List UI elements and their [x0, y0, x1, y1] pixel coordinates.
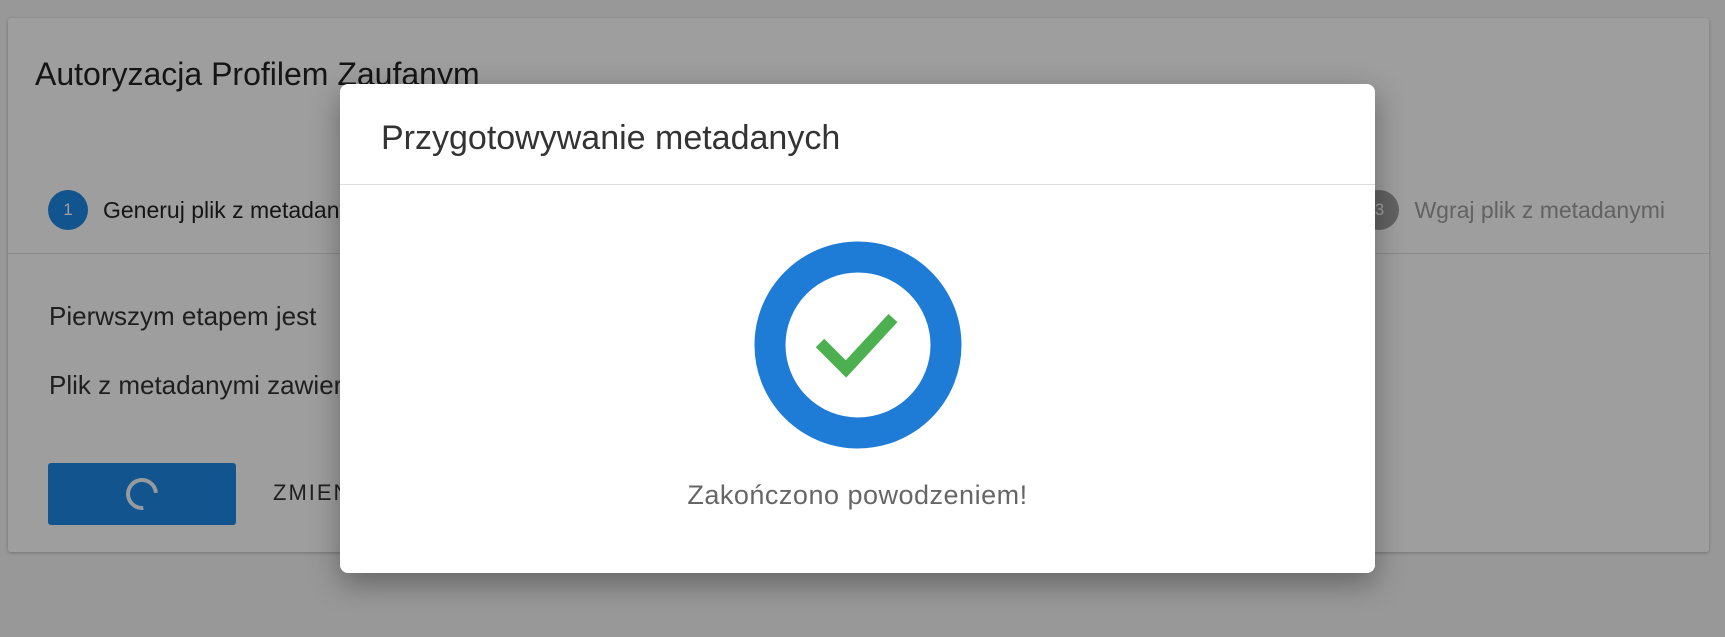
page: Autoryzacja Profilem Zaufanym 1 Generuj … — [0, 0, 1725, 637]
check-circle-icon — [754, 241, 962, 449]
status-message: Zakończono powodzeniem! — [687, 480, 1028, 510]
metadata-preparation-dialog: Przygotowywanie metadanych Zakończono po… — [340, 84, 1375, 573]
dialog-title: Przygotowywanie metadanych — [381, 119, 841, 157]
dialog-divider — [340, 184, 1375, 185]
